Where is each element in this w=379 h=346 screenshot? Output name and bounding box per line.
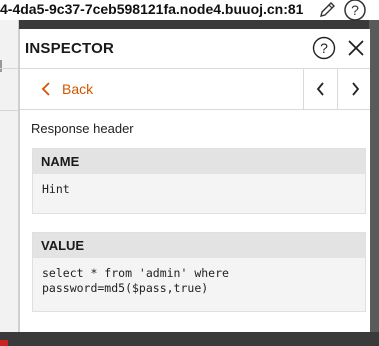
value-box: VALUE select * from 'admin' where passwo… — [32, 232, 366, 312]
value-text[interactable]: select * from 'admin' where password=md5… — [33, 258, 365, 304]
divider — [0, 110, 18, 111]
host-url: 4-4da5-9c37-7ceb598121fa.node4.buuoj.cn:… — [0, 1, 304, 17]
panel-title: INSPECTOR — [25, 40, 115, 57]
back-button[interactable]: Back — [40, 79, 93, 99]
value-header: VALUE — [33, 233, 365, 258]
inspector-panel: INSPECTOR ? Back Response header NAME Hi… — [19, 29, 370, 332]
chevron-left-icon — [316, 82, 324, 96]
chevron-right-icon — [352, 82, 360, 96]
section-title: Response header — [31, 121, 134, 136]
name-header: NAME — [33, 149, 365, 174]
right-edge — [369, 20, 379, 332]
next-button[interactable] — [337, 69, 372, 109]
name-value[interactable]: Hint — [33, 174, 365, 205]
svg-text:?: ? — [351, 2, 359, 18]
title-bar: 4-4da5-9c37-7ceb598121fa.node4.buuoj.cn:… — [0, 0, 379, 22]
back-label: Back — [62, 81, 94, 97]
close-icon[interactable] — [346, 38, 366, 58]
inspector-navbar: Back — [20, 68, 370, 110]
name-box: NAME Hint — [32, 148, 366, 214]
divider — [0, 68, 18, 69]
help-icon[interactable]: ? — [343, 0, 367, 22]
previous-button[interactable] — [303, 69, 338, 109]
left-sidebar-edge — [0, 20, 19, 346]
scroll-marker — [0, 60, 2, 72]
edit-icon[interactable] — [317, 0, 337, 20]
svg-text:?: ? — [320, 40, 328, 56]
back-arrow-icon — [41, 82, 50, 96]
status-indicator — [0, 340, 8, 346]
help-icon[interactable]: ? — [312, 36, 336, 60]
